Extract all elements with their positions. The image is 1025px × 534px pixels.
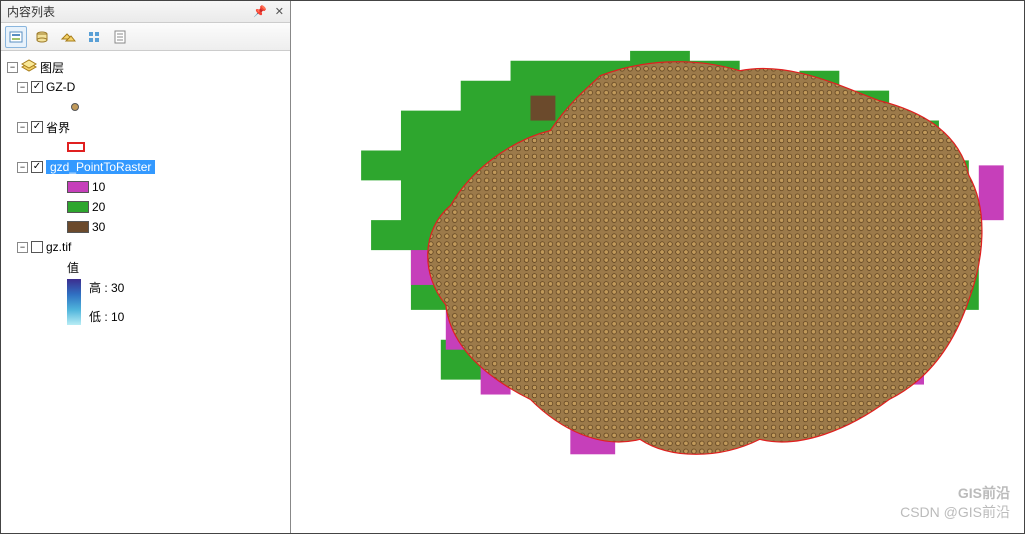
close-icon[interactable]: ✕ [275, 5, 284, 18]
list-by-source-button[interactable] [31, 26, 53, 48]
layer-tree: − 图层 − GZ-D − 省界 − gzd_PointToRaster [1, 51, 290, 533]
outline-symbol-icon [67, 142, 85, 152]
table-of-contents-panel: 内容列表 📌 ✕ − 图层 − [1, 1, 291, 533]
layer-checkbox-gztif[interactable] [31, 241, 43, 253]
root-layers-node[interactable]: − 图层 [5, 57, 286, 77]
collapse-icon[interactable]: − [17, 82, 28, 93]
class-20-swatch [67, 201, 89, 213]
list-by-visibility-button[interactable] [57, 26, 79, 48]
layer-checkbox-p2r[interactable] [31, 161, 43, 173]
symbol-gzd-point[interactable] [5, 97, 286, 117]
toc-header-controls: 📌 ✕ [253, 5, 284, 18]
class-10-swatch [67, 181, 89, 193]
gradient-ramp-icon [67, 279, 81, 325]
toc-toolbar [1, 23, 290, 51]
class-20[interactable]: 20 [5, 197, 286, 217]
layer-gzd[interactable]: − GZ-D [5, 77, 286, 97]
toc-title: 内容列表 [7, 3, 55, 20]
layer-checkbox-province[interactable] [31, 121, 43, 133]
layer-checkbox-gzd[interactable] [31, 81, 43, 93]
gztif-gradient: 高 : 30 低 : 10 [5, 279, 286, 325]
root-layers-label: 图层 [40, 59, 64, 76]
class-20-label: 20 [92, 200, 105, 214]
collapse-icon[interactable]: − [17, 242, 28, 253]
layer-label-gztif: gz.tif [46, 240, 71, 254]
class-30-swatch [67, 221, 89, 233]
map-view[interactable]: GIS前沿 CSDN @GIS前沿 [291, 1, 1024, 533]
collapse-icon[interactable]: − [17, 162, 28, 173]
gztif-value-label: 值 [67, 259, 79, 276]
collapse-icon[interactable]: − [7, 62, 18, 73]
class-30-label: 30 [92, 220, 105, 234]
layer-point-to-raster[interactable]: − gzd_PointToRaster [5, 157, 286, 177]
collapse-icon[interactable]: − [17, 122, 28, 133]
layer-label-province: 省界 [46, 119, 70, 136]
gztif-low-label: 低 : 10 [89, 308, 124, 325]
toc-header: 内容列表 📌 ✕ [1, 1, 290, 23]
class-10-label: 10 [92, 180, 105, 194]
point-symbol-icon [71, 103, 79, 111]
map-canvas [291, 1, 1024, 533]
gztif-high-label: 高 : 30 [89, 279, 124, 296]
gztif-value-node: 值 [5, 257, 286, 277]
list-by-selection-button[interactable] [83, 26, 105, 48]
class-10[interactable]: 10 [5, 177, 286, 197]
layer-label-gzd: GZ-D [46, 80, 75, 94]
layer-label-p2r: gzd_PointToRaster [46, 160, 155, 174]
layers-icon [21, 59, 37, 76]
pin-icon[interactable]: 📌 [253, 5, 267, 18]
layer-province[interactable]: − 省界 [5, 117, 286, 137]
class-30[interactable]: 30 [5, 217, 286, 237]
symbol-province-outline[interactable] [5, 137, 286, 157]
list-by-drawing-order-button[interactable] [5, 26, 27, 48]
options-button[interactable] [109, 26, 131, 48]
layer-gztif[interactable]: − gz.tif [5, 237, 286, 257]
